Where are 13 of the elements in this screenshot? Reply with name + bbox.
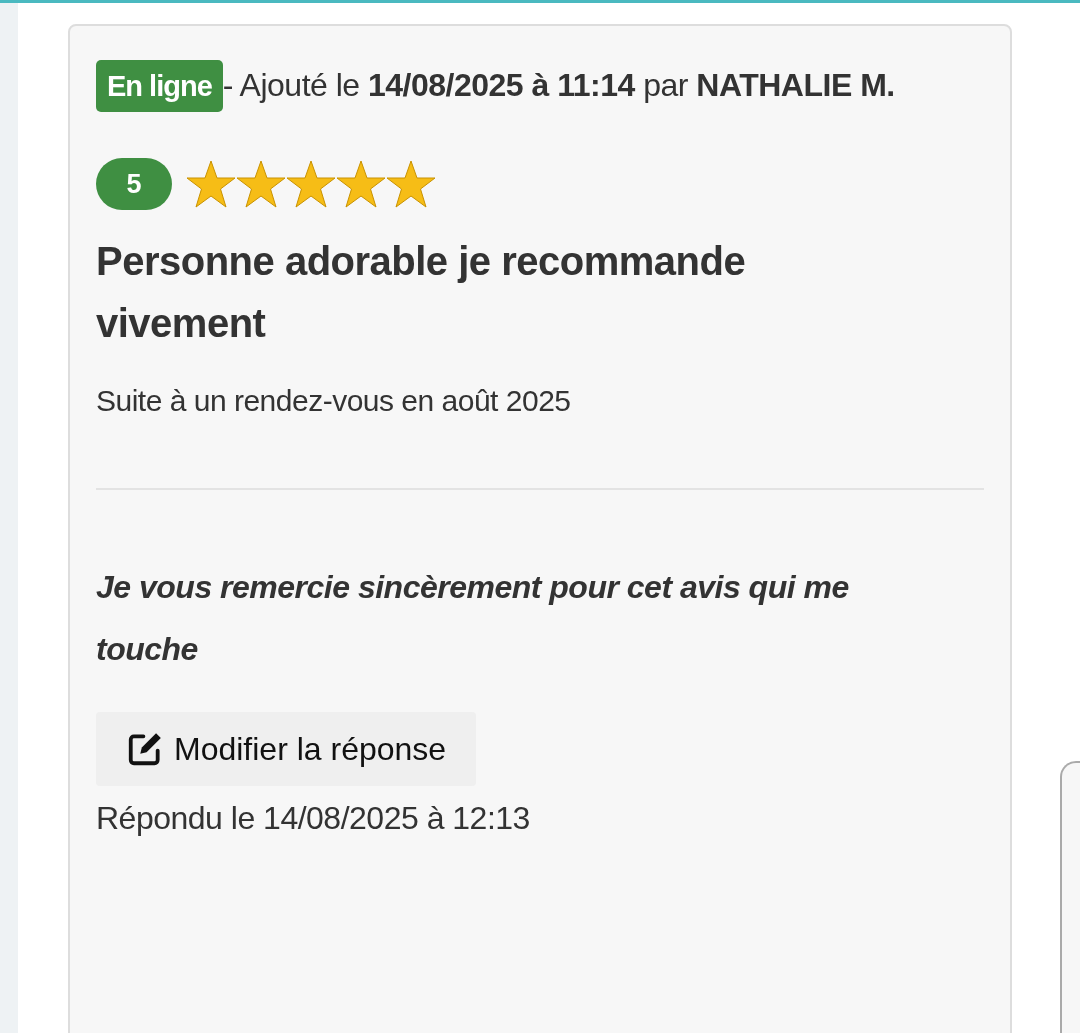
reply-text: Je vous remercie sincèrement pour cet avis qui me touche: [96, 568, 850, 669]
review-meta: - Ajouté le 14/08/2025 à 11:14 par NATHALIE M.: [222, 67, 895, 103]
star-icon: [186, 160, 236, 208]
review-context: Suite à un rendez-vous en août 2025: [96, 384, 572, 418]
review-title: Personne adorable je recommande vivement: [96, 238, 747, 347]
replied-date: Répondu le 14/08/2025 à 12:13: [96, 800, 531, 837]
star-icon: [236, 160, 286, 208]
star-icon: [386, 160, 436, 208]
rating-badge: 5: [96, 158, 172, 210]
status-badge: En ligne: [96, 60, 223, 112]
star-icon: [286, 160, 336, 208]
edit-reply-button[interactable]: Modifier la réponse: [96, 712, 477, 786]
star-icon: [336, 160, 386, 208]
